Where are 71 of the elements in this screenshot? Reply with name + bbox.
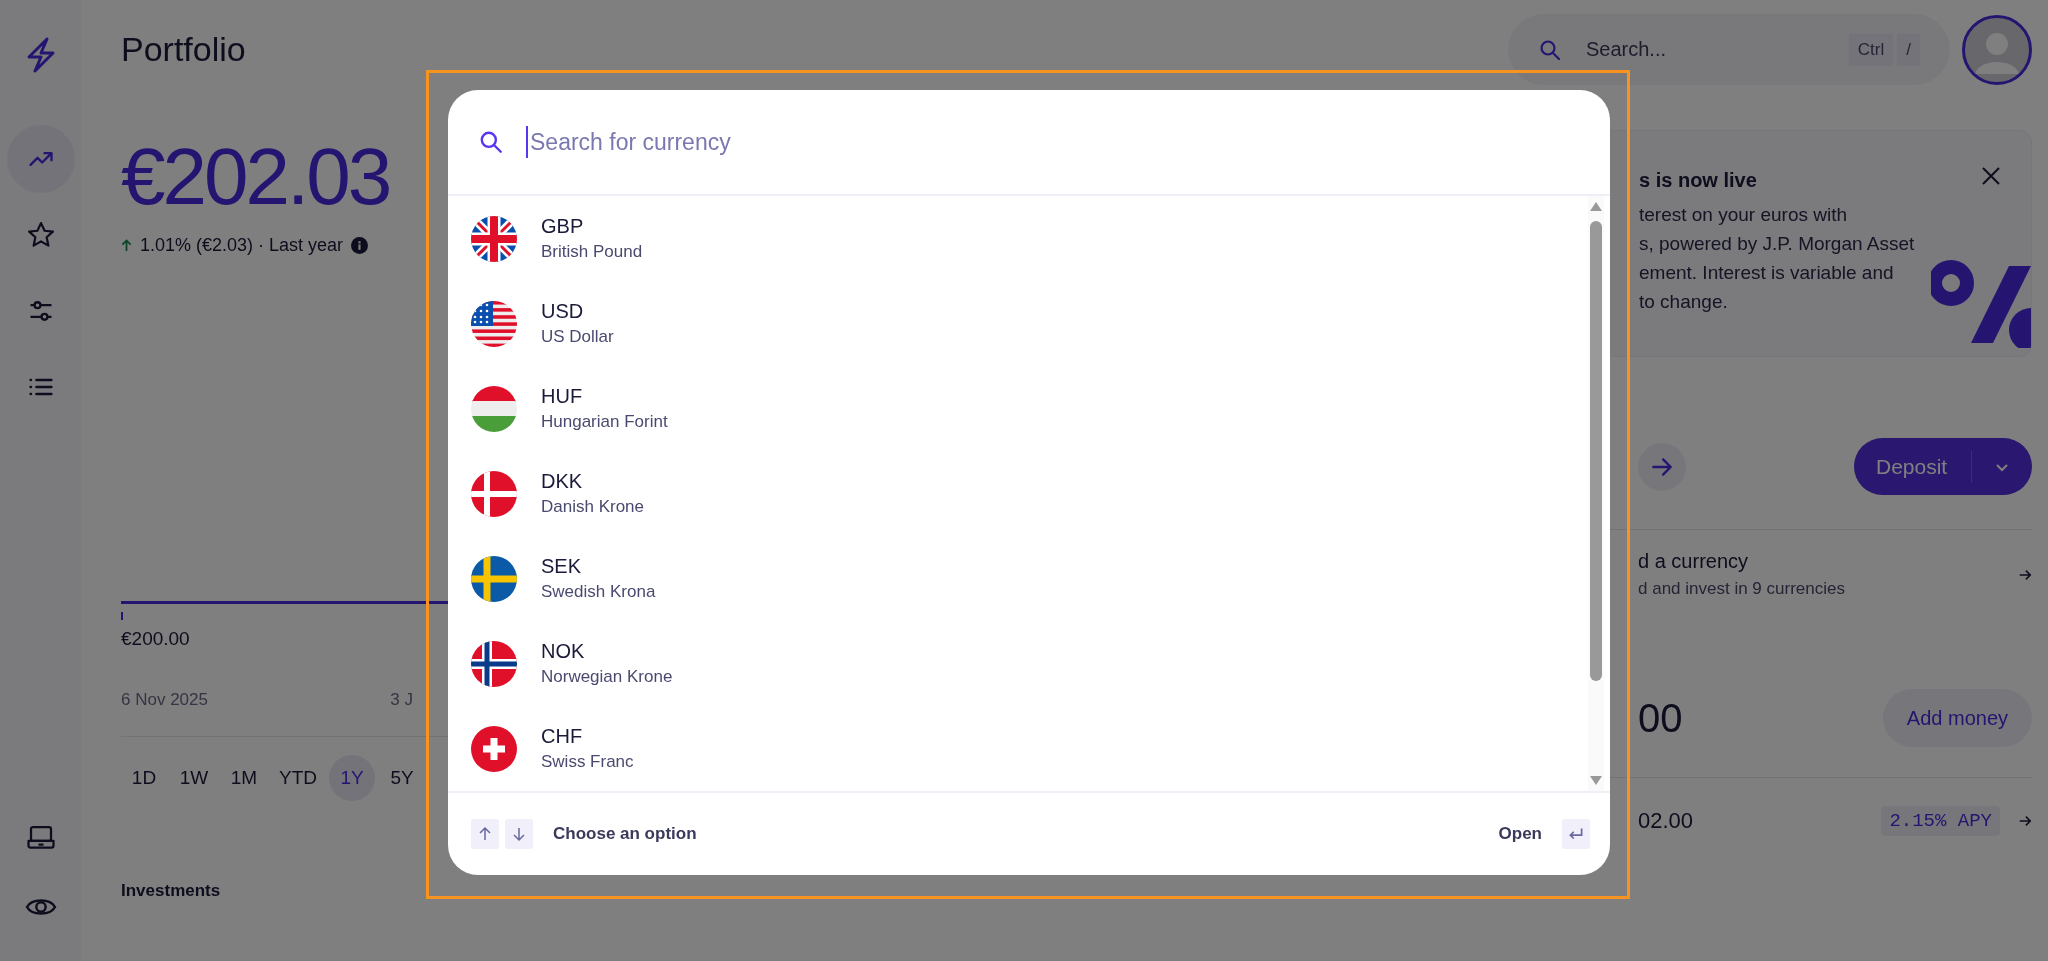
- denmark-flag-icon: [471, 470, 517, 517]
- enter-key-icon: [1562, 819, 1590, 849]
- interest-amount: 02.00: [1638, 808, 1694, 834]
- currency-name: Swiss Franc: [541, 752, 634, 772]
- currency-name: Swedish Krona: [541, 582, 656, 602]
- balance-change: 1.01% (€2.03) · Last year: [140, 235, 344, 256]
- section-heading: Investments: [121, 881, 222, 901]
- search-input[interactable]: Search...: [1584, 37, 1827, 62]
- currency-option[interactable]: DKK Danish Krone: [448, 451, 1588, 536]
- page-title: Portfolio: [121, 30, 246, 69]
- promo-title: s is now live: [1639, 169, 1757, 192]
- currency-code: SEK: [541, 555, 583, 578]
- currency-name: Hungarian Forint: [541, 412, 668, 432]
- currency-code: CHF: [541, 725, 584, 748]
- norway-flag-icon: [471, 640, 517, 687]
- open-hint: Open: [1498, 824, 1542, 844]
- keyboard-hint: Choose an option: [553, 824, 697, 844]
- up-arrow-icon: [121, 239, 132, 252]
- chart-value-label: €200.00: [121, 628, 191, 650]
- apy-badge: 2.15% APY: [1881, 806, 2000, 836]
- currency-name: US Dollar: [541, 327, 614, 347]
- arrow-up-key-icon: [471, 819, 499, 849]
- search-icon: [1538, 37, 1562, 62]
- range-tab[interactable]: 1M: [221, 755, 267, 801]
- currency-option[interactable]: NOK Norwegian Krone: [448, 621, 1588, 706]
- currency-code: USD: [541, 300, 585, 323]
- sweden-flag-icon: [471, 555, 517, 602]
- arrow-right-icon[interactable]: [2018, 567, 2032, 582]
- currency-code: NOK: [541, 640, 586, 663]
- currency-name: Danish Krone: [541, 497, 644, 517]
- chart-date-label: 3 J: [390, 690, 413, 710]
- range-tab[interactable]: YTD: [271, 755, 325, 801]
- currency-option[interactable]: USD US Dollar: [448, 281, 1588, 366]
- currency-code: GBP: [541, 215, 585, 238]
- info-icon[interactable]: [351, 237, 369, 254]
- chart-date-label: 6 Nov 2025: [121, 690, 208, 710]
- currency-option[interactable]: GBP British Pound: [448, 196, 1588, 281]
- range-tab[interactable]: 5Y: [379, 755, 425, 801]
- currency-option[interactable]: SEK Swedish Krona: [448, 536, 1588, 621]
- arrow-down-key-icon: [505, 819, 533, 849]
- switzerland-flag-icon: [471, 725, 517, 772]
- close-icon[interactable]: [1981, 166, 2001, 186]
- search-icon: [478, 129, 504, 155]
- currency-option[interactable]: HUF Hungarian Forint: [448, 366, 1588, 451]
- cash-amount: 00: [1638, 695, 1683, 741]
- hungary-flag-icon: [471, 385, 517, 432]
- currency-link-title[interactable]: d a currency: [1638, 550, 1845, 573]
- currency-search-field[interactable]: Search for currency: [448, 90, 1610, 196]
- shortcut-key: /: [1897, 33, 1920, 66]
- range-tab[interactable]: 1W: [171, 755, 217, 801]
- currency-link-subtitle: d and invest in 9 currencies: [1638, 579, 1845, 599]
- promo-text: terest on your euros with s, powered by J.P. Morgan Asset ement. Interest is variable and to change.: [1639, 203, 1915, 314]
- arrow-right-button[interactable]: [1638, 442, 1686, 491]
- range-tab[interactable]: 1Y: [329, 755, 375, 801]
- currency-option[interactable]: CHF Swiss Franc: [448, 706, 1588, 791]
- us-flag-icon: [471, 300, 517, 347]
- arrow-right-icon[interactable]: [2018, 814, 2032, 828]
- currency-name: British Pound: [541, 242, 643, 262]
- deposit-split-button[interactable]: Deposit: [1854, 438, 2032, 495]
- search-field[interactable]: Search... Ctrl /: [1508, 14, 1950, 85]
- range-tab[interactable]: 1D: [121, 755, 167, 801]
- currency-name: Norwegian Krone: [541, 667, 673, 687]
- currency-code: HUF: [541, 385, 584, 408]
- chart-tick: [121, 612, 123, 620]
- percent-graphic-icon: [1931, 258, 2031, 348]
- scrollbar[interactable]: [1588, 196, 1604, 791]
- uk-flag-icon: [471, 215, 517, 262]
- balance-amount: €202.03: [121, 137, 390, 217]
- shortcut-key: Ctrl: [1848, 33, 1894, 66]
- add-money-button[interactable]: Add money: [1882, 689, 2032, 747]
- currency-code: DKK: [541, 470, 584, 493]
